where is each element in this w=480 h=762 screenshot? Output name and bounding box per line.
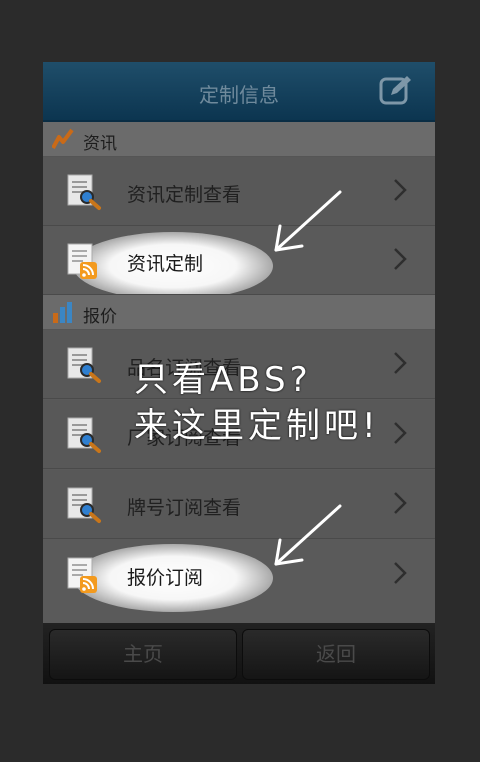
back-button[interactable]: 返回 [242,629,430,680]
list-item-news-view[interactable]: 资讯定制查看 [43,157,435,226]
list-item-grade-view[interactable]: 牌号订阅查看 [43,470,435,539]
doc-search-icon [65,486,103,524]
section-header-news: 资讯 [43,122,435,157]
doc-search-icon [65,173,103,211]
section-header-quotes: 报价 [43,295,435,330]
chevron-right-icon [392,420,408,446]
doc-rss-icon [65,556,103,594]
section-label: 资讯 [83,134,117,154]
chevron-right-icon [392,490,408,516]
pointer-arrow [274,504,342,566]
annotation-line-1: 只看ABS? [134,360,312,400]
doc-search-icon [65,416,103,454]
chevron-right-icon [392,350,408,376]
annotation-line-2: 来这里定制吧! [134,406,380,446]
doc-rss-icon [65,242,103,280]
list-item-news-subscribe[interactable]: 资讯定制 [43,226,435,295]
list-item-label: 资讯定制查看 [127,184,242,206]
chevron-right-icon [392,560,408,586]
bar-chart-icon [52,301,74,323]
section-label: 报价 [83,307,117,327]
chevron-right-icon [392,177,408,203]
list-item-label: 资讯定制 [127,253,204,275]
top-bar: 定制信息 [43,62,435,122]
chevron-right-icon [392,246,408,272]
page-title: 定制信息 [199,83,279,107]
bottom-bar: 主页 返回 [43,623,435,684]
edit-icon[interactable] [379,74,413,106]
list-item-quote-subscribe[interactable]: 报价订阅 [43,540,435,608]
pointer-arrow [274,190,342,252]
home-button[interactable]: 主页 [49,629,237,680]
list-item-label: 牌号订阅查看 [127,497,242,519]
doc-search-icon [65,346,103,384]
trend-icon [51,128,74,150]
list-item-label: 报价订阅 [127,567,204,589]
